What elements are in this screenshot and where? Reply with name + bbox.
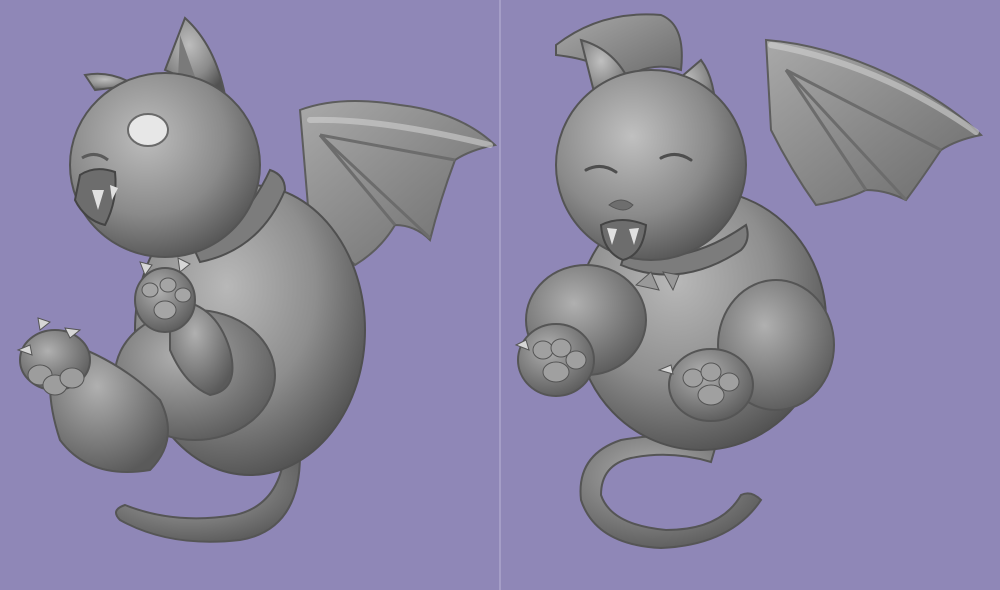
- winged-cat-model-right: [514, 13, 984, 550]
- head-right-view: [555, 38, 747, 262]
- winged-cat-model-left: [16, 16, 498, 543]
- eye-left-view: [127, 113, 169, 147]
- wing-right-view: [764, 38, 984, 207]
- viewport-right[interactable]: [501, 0, 1000, 590]
- tail-right-view: [579, 435, 763, 550]
- head-left-view: [69, 16, 261, 258]
- viewport-left[interactable]: [0, 0, 499, 590]
- dual-viewport-stage: [0, 0, 1000, 590]
